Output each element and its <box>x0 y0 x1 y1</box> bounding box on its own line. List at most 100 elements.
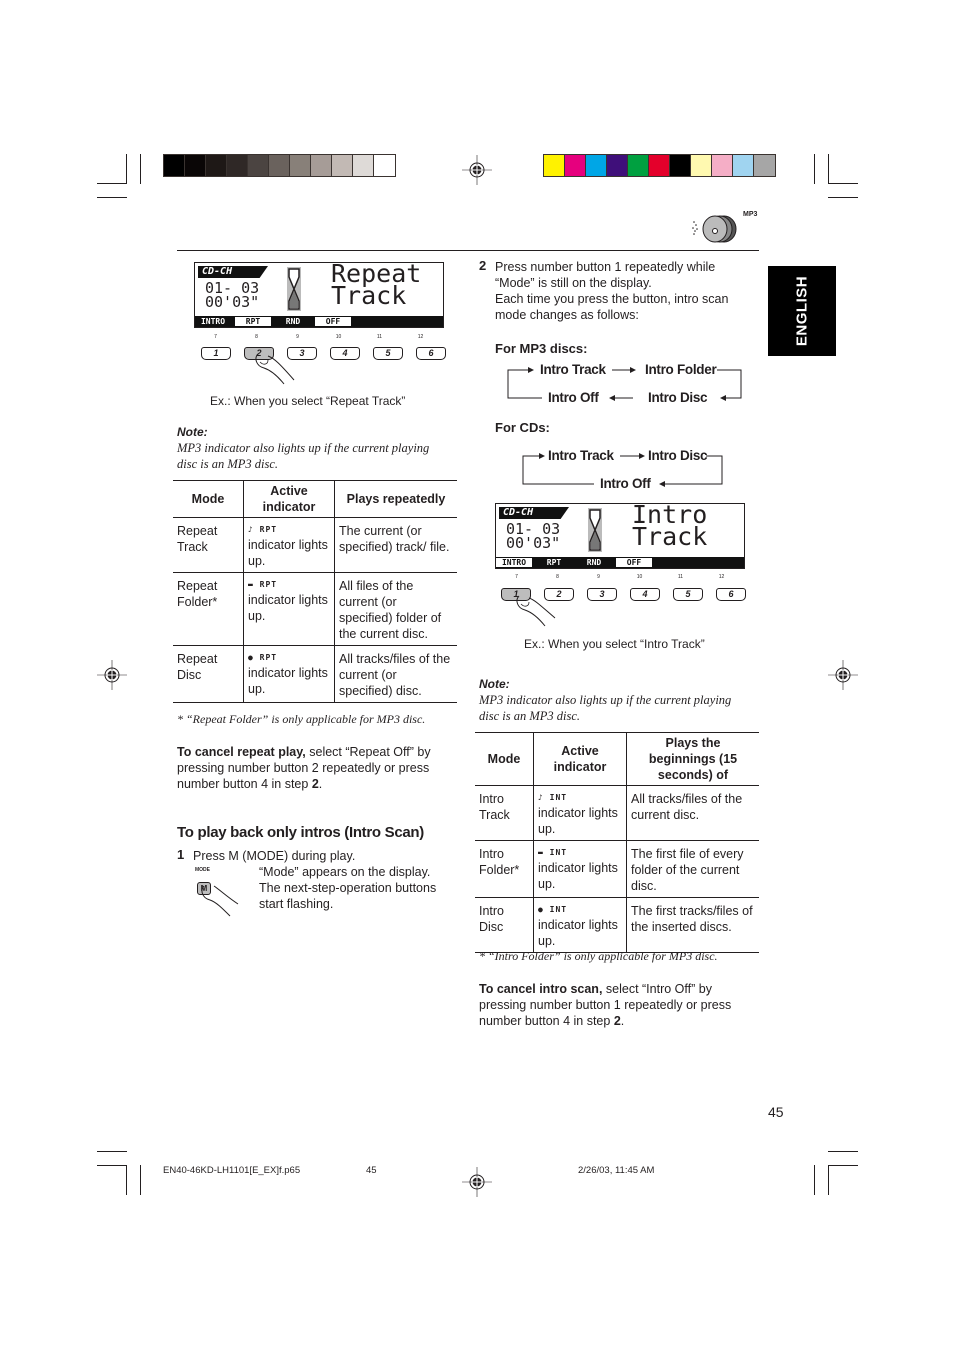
col-header-mode: Mode <box>173 480 244 518</box>
indicator-cell: ♪ INT indicator lights up. <box>533 785 627 841</box>
upper-number-label: 7 <box>214 334 217 340</box>
color-swatch-bar <box>543 154 776 177</box>
color-swatch <box>311 155 332 176</box>
plays-cell: The first tracks/files of the inserted d… <box>626 897 759 953</box>
intro-mode-table: Mode Active indicator Plays the beginnin… <box>475 732 759 953</box>
lcd-segment <box>656 558 692 567</box>
intro-disc-indicator-icon: ● INT <box>538 905 568 914</box>
note-heading: Note: <box>177 425 208 439</box>
color-swatch <box>332 155 353 176</box>
crop-mark <box>828 197 858 198</box>
upper-number-label: 9 <box>597 574 600 580</box>
color-swatch <box>374 155 395 176</box>
table-row: Intro Folder* ▬ INT indicator lights up. … <box>475 840 759 898</box>
color-swatch <box>185 155 206 176</box>
table-header-row: Mode Active indicator Plays the beginnin… <box>475 732 759 786</box>
color-swatch <box>670 155 691 176</box>
registration-mark-icon <box>462 155 492 185</box>
upper-number-label: 10 <box>636 574 643 580</box>
registration-mark-icon <box>462 1167 492 1197</box>
mode-button-label: MODE <box>195 867 210 873</box>
plays-cell: All tracks/files of the current (or spec… <box>334 645 457 703</box>
crop-mark <box>97 1151 127 1152</box>
color-swatch <box>227 155 248 176</box>
upper-number-labels: 7 8 9 10 11 12 <box>496 574 742 580</box>
upper-number-label: 8 <box>255 334 258 340</box>
cancel-intro-bold: To cancel intro scan, <box>479 982 603 996</box>
color-swatch <box>712 155 733 176</box>
upper-number-label: 11 <box>376 334 383 340</box>
cancel-repeat-bold: To cancel repeat play, <box>177 745 306 759</box>
number-button-4: 4 <box>330 347 360 360</box>
note-heading: Note: <box>479 677 510 691</box>
crop-mark <box>97 1165 127 1166</box>
mode-cell: Intro Disc <box>475 897 534 953</box>
lcd-segment: RND <box>275 317 311 326</box>
lcd-mode-text: Repeat Track <box>331 261 421 308</box>
indicator-cell: ▬ INT indicator lights up. <box>533 840 627 898</box>
lcd-time: 00'03" <box>506 534 561 552</box>
lcd-segment: OFF <box>315 317 351 326</box>
col-header-mode: Mode <box>475 732 534 786</box>
step-1-detail: “Mode” appears on the display. The next-… <box>259 865 437 911</box>
crop-mark <box>140 1165 141 1195</box>
crop-mark <box>97 197 127 198</box>
intro-folder-indicator-icon: ▬ INT <box>538 848 568 857</box>
lcd-source-label: CD-CH <box>499 507 569 519</box>
table-row: Repeat Disc ● RPT indicator lights up. Al… <box>173 645 457 703</box>
lcd-segment: OFF <box>616 558 652 567</box>
display-caption: Ex.: When you select “Intro Track” <box>524 637 705 651</box>
lcd-mode-text: Intro Track <box>632 502 708 551</box>
indicator-text: indicator lights up. <box>248 666 328 696</box>
color-swatch <box>691 155 712 176</box>
lcd-source-label: CD-CH <box>198 266 268 278</box>
repeat-track-indicator-icon: ♪ RPT <box>248 525 278 534</box>
number-button-3: 3 <box>587 588 617 601</box>
cd-flow-arrows <box>522 453 723 487</box>
lcd-display-intro: CD-CH 01- 03 00'03" Intro Track INTRO RPT… <box>495 502 745 569</box>
mode-cell: Repeat Disc <box>173 645 244 703</box>
upper-number-label: 11 <box>677 574 684 580</box>
col-header-plays: Plays repeatedly <box>334 480 457 518</box>
repeat-mode-table: Mode Active indicator Plays repeatedly R… <box>173 480 457 703</box>
upper-number-label: 12 <box>718 574 725 580</box>
plays-cell: All files of the current (or specified) … <box>334 572 457 646</box>
number-button-6: 6 <box>416 347 446 360</box>
col-header-indicator: Active indicator <box>533 732 627 786</box>
lcd-segment <box>696 558 732 567</box>
crop-mark <box>140 154 141 184</box>
table-row: Repeat Folder* ▬ RPT indicator lights up.… <box>173 572 457 646</box>
registration-mark-icon <box>828 660 858 690</box>
lcd-segment-bar: INTRO RPT RND OFF <box>496 557 744 568</box>
indicator-text: indicator lights up. <box>248 538 328 568</box>
color-swatch <box>649 155 670 176</box>
crop-mark <box>126 1165 127 1195</box>
color-swatch <box>353 155 374 176</box>
indicator-text: indicator lights up. <box>538 861 618 891</box>
crop-mark <box>828 1151 858 1152</box>
plays-cell: The current (or specified) track/ file. <box>334 517 457 573</box>
table-row: Intro Track ♪ INT indicator lights up. Al… <box>475 785 759 841</box>
crop-mark <box>814 1165 815 1195</box>
finger-press-icon <box>516 595 556 627</box>
mp3-flow-label: For MP3 discs: <box>495 341 588 356</box>
number-button-row: 123456 <box>201 347 459 360</box>
color-swatch <box>290 155 311 176</box>
cancel-repeat-text: To cancel repeat play, select “Repeat Of… <box>177 745 431 791</box>
table-row: Intro Disc ● INT indicator lights up. The… <box>475 897 759 953</box>
lcd-mode-line2: Track <box>632 522 708 551</box>
upper-number-label: 8 <box>556 574 559 580</box>
color-swatch <box>607 155 628 176</box>
number-button-6: 6 <box>716 588 746 601</box>
mode-cell: Intro Folder* <box>475 840 534 898</box>
finger-press-icon <box>255 353 295 385</box>
lcd-segment: INTRO <box>195 317 231 326</box>
repeat-folder-indicator-icon: ▬ RPT <box>248 580 278 589</box>
cancel-intro-step: 2 <box>613 1014 621 1028</box>
slug-page-number: 45 <box>366 1165 377 1176</box>
cd-flow-label: For CDs: <box>495 420 550 435</box>
indicator-cell: ● INT indicator lights up. <box>533 897 627 953</box>
mode-cell: Repeat Track <box>173 517 244 573</box>
gray-swatch-bar <box>163 154 396 177</box>
intro-scan-heading: To play back only intros (Intro Scan) <box>177 824 424 841</box>
